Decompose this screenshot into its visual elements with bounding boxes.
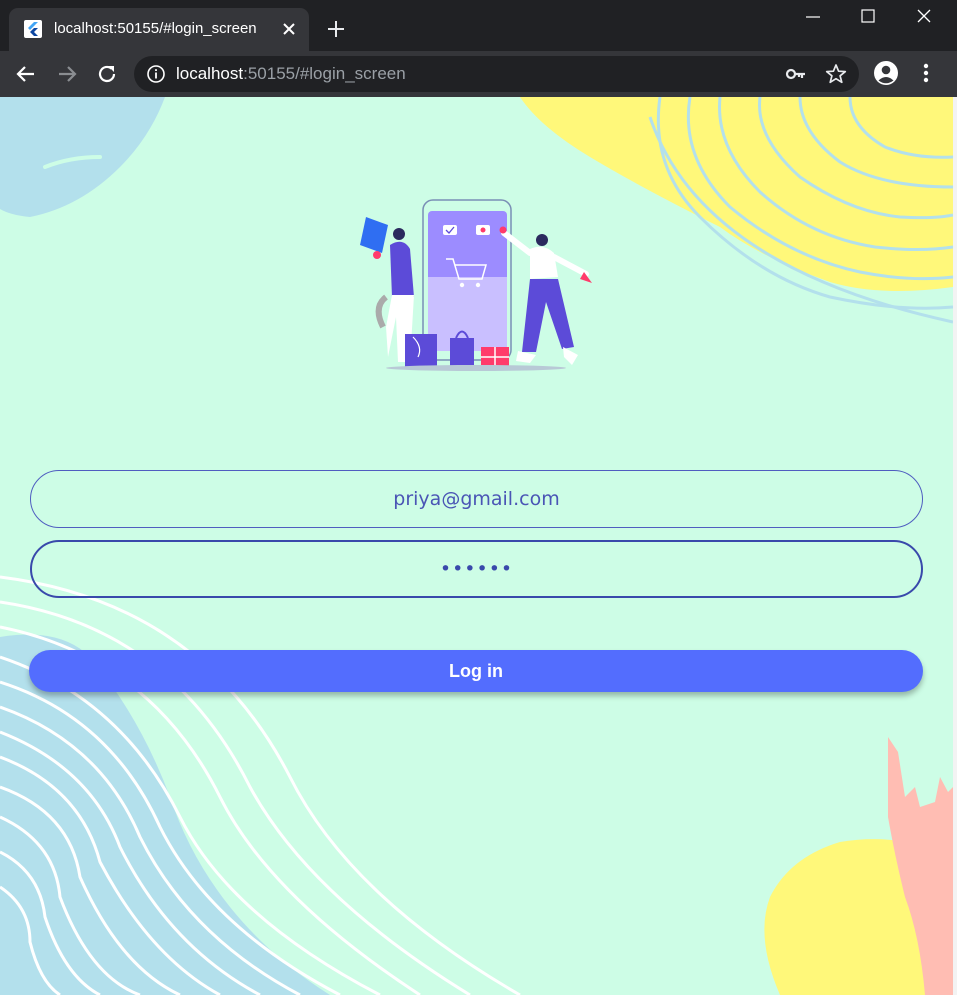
key-icon[interactable] [785, 64, 807, 84]
close-window-icon[interactable] [901, 0, 947, 34]
shopping-illustration [360, 199, 592, 371]
url-host: localhost [176, 64, 244, 83]
login-screen: priya@gmail.com •••••• Log in [0, 97, 953, 995]
star-icon[interactable] [825, 63, 847, 85]
login-button-label: Log in [449, 660, 503, 681]
email-value: priya@gmail.com [393, 488, 560, 510]
browser-tab[interactable]: localhost:50155/#login_screen [9, 8, 309, 51]
profile-icon[interactable] [873, 60, 899, 86]
minimize-icon[interactable] [790, 0, 836, 34]
email-field[interactable]: priya@gmail.com [30, 470, 923, 528]
flutter-icon [24, 20, 42, 38]
url-path: :50155/#login_screen [243, 64, 406, 83]
tab-strip: localhost:50155/#login_screen [0, 0, 957, 51]
window-edge [953, 97, 957, 995]
password-field[interactable]: •••••• [30, 540, 923, 598]
browser-chrome: localhost:50155/#login_screen localhost:… [0, 0, 957, 97]
tab-title: localhost:50155/#login_screen [54, 20, 257, 37]
close-tab-icon[interactable] [279, 19, 299, 39]
browser-toolbar: localhost:50155/#login_screen [0, 51, 957, 97]
back-arrow-icon[interactable] [13, 61, 39, 87]
info-icon[interactable] [146, 64, 166, 84]
maximize-icon[interactable] [845, 0, 891, 34]
new-tab-icon[interactable] [324, 17, 348, 41]
url-text: localhost:50155/#login_screen [176, 64, 406, 84]
password-value: •••••• [439, 558, 514, 580]
forward-arrow-icon[interactable] [54, 61, 80, 87]
reload-icon[interactable] [94, 61, 120, 87]
login-button[interactable]: Log in [29, 650, 923, 692]
more-menu-icon[interactable] [915, 60, 937, 86]
address-bar[interactable]: localhost:50155/#login_screen [134, 56, 859, 92]
